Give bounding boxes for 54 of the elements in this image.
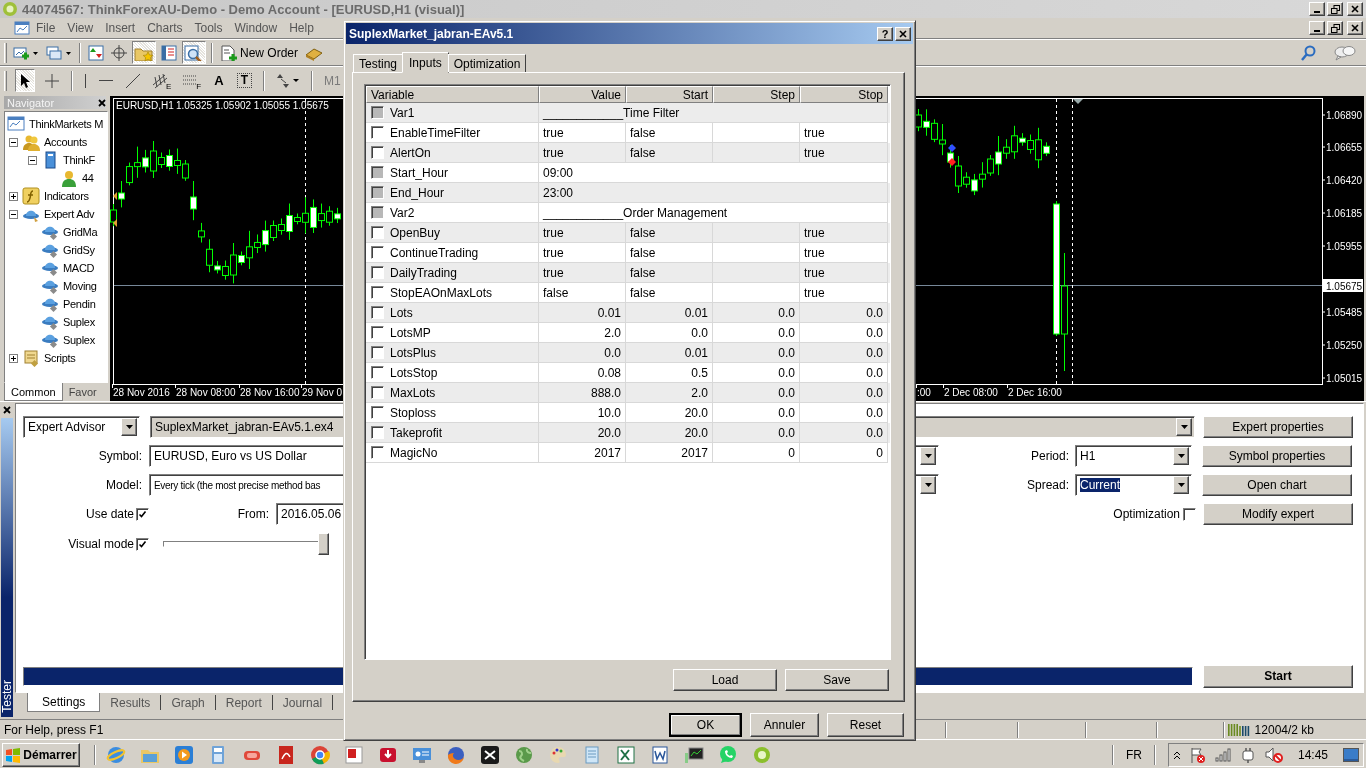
variable-name: MaxLots — [390, 385, 436, 400]
variable-name: MagicNo — [390, 445, 438, 460]
price-label: 1.06185 — [1326, 208, 1363, 219]
variable-name: LotsStop — [390, 365, 438, 380]
time-label: 28 Nov 2016 — [113, 387, 170, 398]
table-cell: 0 — [713, 443, 800, 463]
field-label: From: — [236, 507, 269, 521]
price-label: 1.05250 — [1326, 340, 1363, 351]
field-label: Optimization — [1113, 507, 1180, 521]
variable-name: ContinueTrading — [390, 245, 479, 260]
variable-name: Var1 — [390, 105, 415, 120]
status-text: 12004/2 kb — [1254, 722, 1314, 737]
field-label: Use date — [84, 507, 134, 521]
dialog-title: SuplexMarket_jabran-EAv5.1 — [349, 26, 514, 41]
window-title: 44074567: ThinkForexAU-Demo - Demo Account - [EURUSD,H1 (visual)] — [22, 1, 465, 17]
variable-name: Stoploss — [390, 405, 437, 420]
time-label: 28 Nov 16:00 — [240, 387, 300, 398]
price-label: 1.05015 — [1326, 373, 1363, 384]
time-label: 2 Dec 16:00 — [1008, 387, 1062, 398]
table-cell: 2017 — [539, 443, 626, 463]
variable-name: End_Hour — [390, 185, 445, 200]
time-label: 28 Nov 08:00 — [176, 387, 236, 398]
panel-title: Navigator — [7, 96, 55, 109]
price-label: 1.06655 — [1326, 142, 1363, 153]
table-cell: 2017 — [626, 443, 713, 463]
variable-name: Lots — [390, 305, 413, 320]
time-label: :00 — [917, 387, 931, 398]
price-label: 1.05955 — [1326, 241, 1363, 252]
variable-name: DailyTrading — [390, 265, 457, 280]
variable-name: Var2 — [390, 205, 415, 220]
time-label: 29 Nov 0 — [302, 387, 343, 398]
variable-name: AlertOn — [390, 145, 431, 160]
variable-name: StopEAOnMaxLots — [390, 285, 493, 300]
panel-title: Tester — [0, 680, 14, 713]
status-text: For Help, press F1 — [4, 722, 104, 737]
chart-prices: 1.05325 1.05902 1.05055 1.05675 — [176, 100, 329, 111]
field-label: Spread: — [1025, 478, 1069, 492]
price-label: 1.05485 — [1326, 307, 1363, 318]
field-label: Model: — [104, 478, 142, 492]
table-cell: 0 — [800, 443, 888, 463]
variable-name: LotsMP — [390, 325, 431, 340]
variable-name: EnableTimeFilter — [390, 125, 481, 140]
field-label: Visual mode — [67, 537, 134, 551]
price-label: 1.06420 — [1326, 175, 1363, 186]
chart-symbol: EURUSD,H1 — [116, 100, 174, 111]
variable-name: OpenBuy — [390, 225, 441, 240]
field-label: Period: — [1029, 449, 1069, 463]
field-label: Symbol: — [97, 449, 142, 463]
variable-name: Start_Hour — [390, 165, 449, 180]
current-price-tag: 1.05675 — [1323, 279, 1363, 292]
variable-name: Takeprofit — [390, 425, 443, 440]
price-label: 1.06890 — [1326, 110, 1363, 121]
time-label: 2 Dec 08:00 — [944, 387, 998, 398]
variable-name: LotsPlus — [390, 345, 437, 360]
